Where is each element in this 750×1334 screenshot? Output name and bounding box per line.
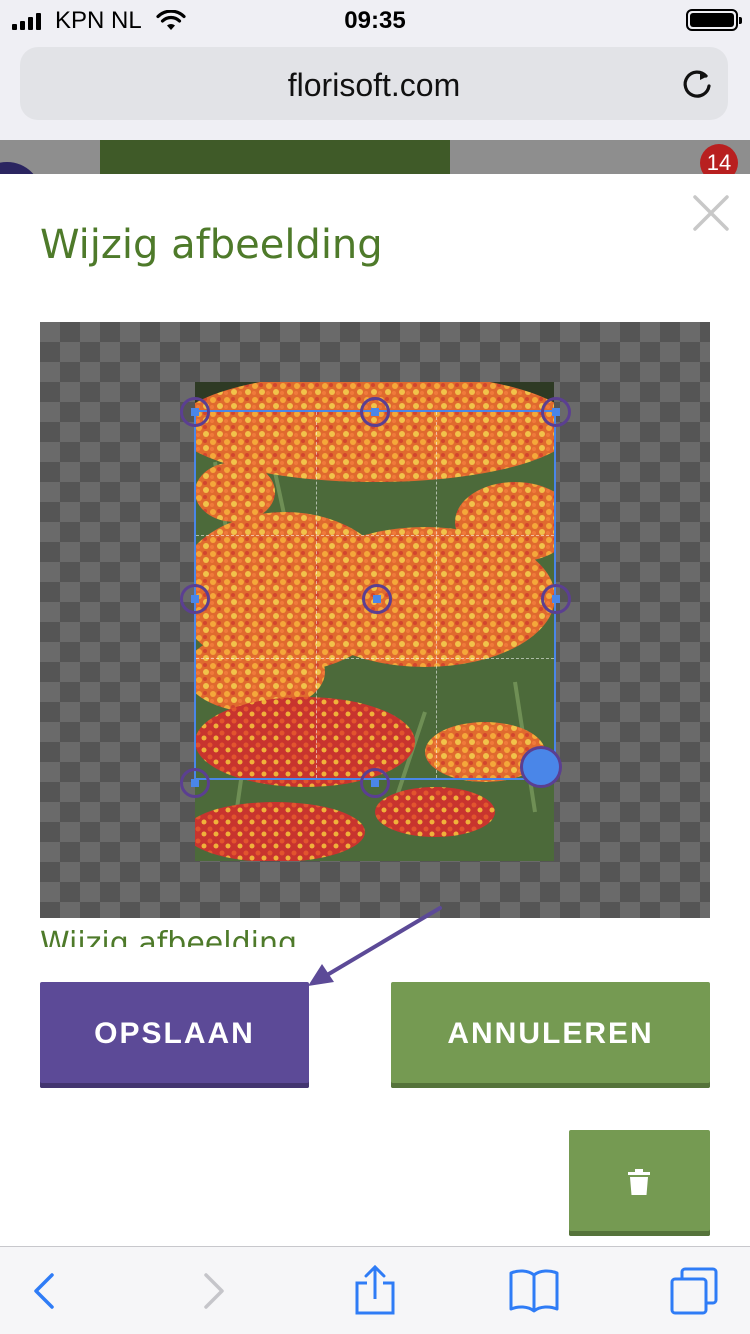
crop-guide-v1: [316, 412, 317, 778]
url-text[interactable]: florisoft.com: [20, 67, 728, 104]
save-button[interactable]: OPSLAAN: [40, 982, 309, 1088]
site-logo: [0, 162, 42, 174]
crop-handle-top[interactable]: [360, 397, 390, 427]
battery-full-icon: [686, 9, 742, 31]
notification-badge: 14: [700, 144, 738, 174]
chevron-right-icon[interactable]: [186, 1265, 238, 1317]
trash-icon: [628, 1169, 650, 1195]
annotation-arrow: [308, 906, 442, 986]
crop-handle-center[interactable]: [362, 584, 392, 614]
delete-button[interactable]: [569, 1130, 710, 1236]
crop-handle-left[interactable]: [180, 584, 210, 614]
crop-guide-h1: [196, 535, 554, 536]
reload-icon[interactable]: [680, 67, 714, 101]
book-icon[interactable]: [508, 1265, 560, 1317]
modal-title: Wijzig afbeelding: [40, 222, 383, 268]
address-bar[interactable]: florisoft.com: [20, 47, 728, 120]
tabs-icon[interactable]: [668, 1265, 720, 1317]
crop-handle-bottom-right[interactable]: [520, 746, 562, 788]
edit-image-modal: Wijzig afbeelding Wijzig afbeelding OPSL…: [0, 174, 750, 1246]
cancel-button[interactable]: ANNULEREN: [391, 982, 710, 1088]
background-page: 14: [0, 140, 750, 174]
crop-handle-right[interactable]: [541, 584, 571, 614]
crop-handle-top-left[interactable]: [180, 397, 210, 427]
clock: 09:35: [344, 7, 406, 34]
status-bar: KPN NL 09:35: [0, 0, 750, 40]
screen: { "status_bar": { "carrier": "KPN NL", "…: [0, 0, 750, 1334]
crop-handle-top-right[interactable]: [541, 397, 571, 427]
share-icon[interactable]: [349, 1265, 401, 1317]
site-nav-bar: [100, 140, 450, 174]
crop-guide-v2: [436, 412, 437, 778]
close-icon[interactable]: [692, 194, 730, 232]
browser-header: florisoft.com: [0, 40, 750, 140]
crop-handle-bottom[interactable]: [360, 768, 390, 798]
crop-guide-h2: [196, 658, 554, 659]
browser-toolbar: [0, 1246, 750, 1334]
crop-handle-bottom-left[interactable]: [180, 768, 210, 798]
image-crop-editor[interactable]: [40, 322, 710, 918]
chevron-left-icon[interactable]: [20, 1265, 72, 1317]
